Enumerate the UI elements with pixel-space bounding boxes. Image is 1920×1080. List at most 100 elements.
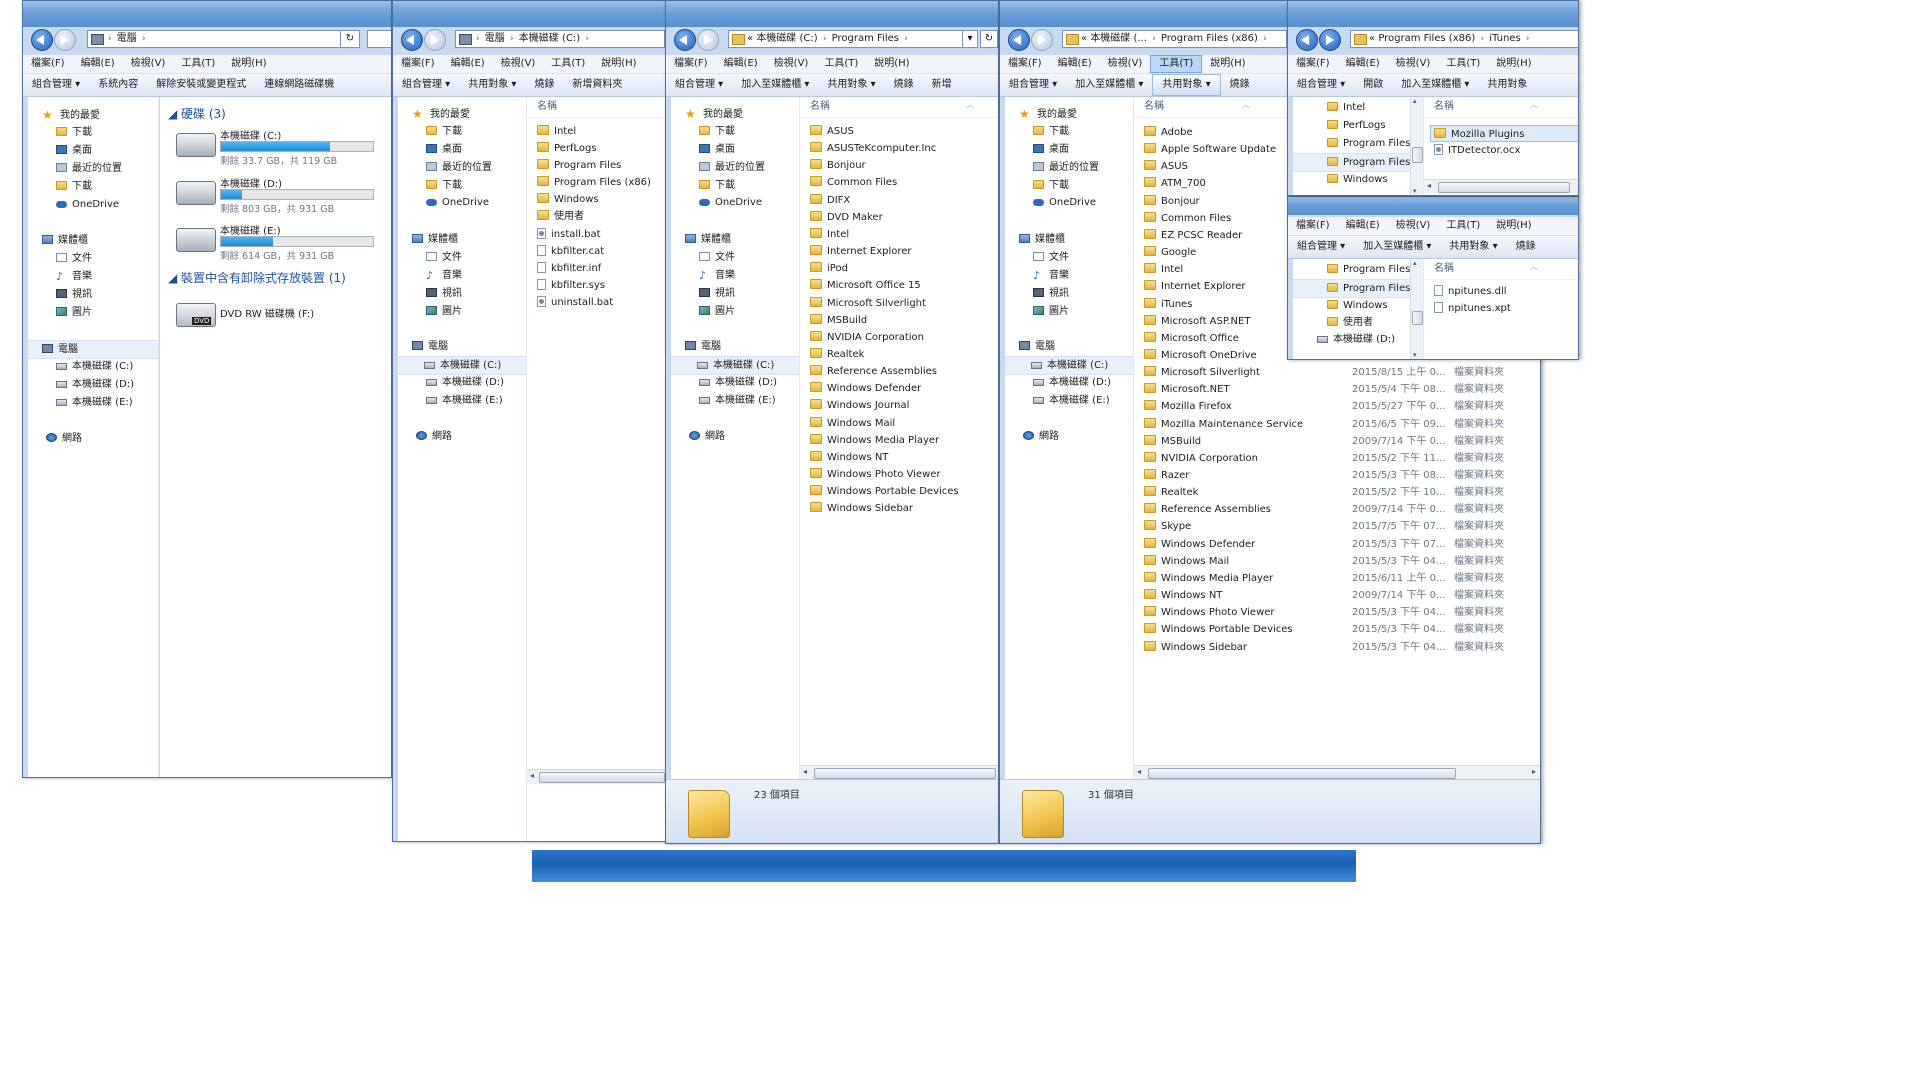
address-segment[interactable]: 電腦 [485, 33, 505, 44]
nav-videos[interactable]: 視訊 [56, 286, 158, 303]
list-item[interactable]: Windows [537, 191, 665, 208]
address-bar[interactable]: › 電腦 › [87, 30, 342, 48]
nav-desktop[interactable]: 桌面 [56, 142, 158, 159]
address-bar[interactable]: « 本機磁碟 (C:) › Program Files › [728, 30, 978, 48]
list-item[interactable]: Windows Portable Devices 2015/5/3 下午 04..… [1144, 621, 1540, 638]
nav-favorites[interactable]: ★ 我的最愛 [1019, 106, 1133, 123]
nav-libraries[interactable]: 媒體櫃 [42, 232, 158, 249]
nav-drive-c[interactable]: 本機磁碟 (C:) [1005, 356, 1133, 375]
burn-button[interactable]: 燒錄 [1507, 236, 1545, 258]
list-item[interactable]: Bonjour [810, 157, 998, 174]
burn-button[interactable]: 燒錄 [525, 74, 563, 96]
section-hard-disks[interactable]: ◢ 硬碟 (3) [168, 105, 226, 122]
menu-help[interactable]: 說明(H) [593, 55, 644, 73]
nav-music[interactable]: ♪ 音樂 [56, 268, 158, 285]
nav-desktop[interactable]: 桌面 [699, 141, 799, 158]
menu-tools[interactable]: 工具(T) [1438, 217, 1488, 235]
search-input[interactable] [367, 30, 391, 48]
organize-button[interactable]: 組合管理 ▾ [1000, 74, 1066, 96]
nav-drive-c[interactable]: 本機磁碟 (C:) [398, 356, 526, 375]
nav-documents[interactable]: 文件 [699, 249, 799, 266]
menu-tools[interactable]: 工具(T) [1438, 55, 1488, 73]
nav-network[interactable]: 網路 [46, 430, 158, 447]
list-item[interactable]: ASUSTeKcomputer.Inc [810, 140, 998, 157]
drive-tile-d[interactable]: 本機磁碟 (D:) 剩餘 803 GB，共 931 GB [176, 175, 386, 219]
tree-item[interactable]: 本機磁碟 (D:) [1317, 331, 1423, 348]
list-item[interactable]: MSBuild 2009/7/14 下午 0... 檔案資料夾 [1144, 433, 1540, 450]
explorer-window-itunes-2[interactable]: 檔案(F) 編輯(E) 檢視(V) 工具(T) 說明(H) 組合管理 ▾ 加入至媒體櫃 ▾… [1287, 196, 1579, 360]
nav-drive-e[interactable]: 本機磁碟 (E:) [426, 392, 526, 409]
list-item[interactable]: Mozilla Maintenance Service 2015/6/5 下午 0… [1144, 416, 1540, 433]
address-segment[interactable]: Program Files (x86) [1161, 33, 1258, 44]
scroll-thumb[interactable] [1148, 768, 1456, 779]
nav-drive-d[interactable]: 本機磁碟 (D:) [426, 374, 526, 391]
list-item[interactable]: Windows Mail 2015/5/3 下午 04... 檔案資料夾 [1144, 553, 1540, 570]
address-segment[interactable]: iTunes [1489, 33, 1520, 44]
new-folder-button[interactable]: 新增資料夾 [563, 74, 631, 96]
scroll-thumb[interactable] [1412, 311, 1423, 325]
nav-desktop[interactable]: 桌面 [1033, 141, 1133, 158]
menu-view[interactable]: 檢視(V) [766, 55, 817, 73]
tree-item[interactable]: Program Files [1293, 153, 1423, 172]
nav-computer[interactable]: 電腦 [412, 338, 526, 355]
include-in-library-button[interactable]: 加入至媒體櫃 ▾ [1066, 74, 1152, 96]
drive-tile-e[interactable]: 本機磁碟 (E:) 剩餘 614 GB，共 931 GB [176, 222, 386, 266]
menu-tools[interactable]: 工具(T) [173, 55, 223, 73]
nav-onedrive[interactable]: OneDrive [426, 194, 526, 211]
list-item[interactable]: Microsoft Silverlight [810, 295, 998, 312]
nav-libraries[interactable]: 媒體櫃 [412, 231, 526, 248]
nav-network[interactable]: 網路 [416, 428, 526, 445]
nav-drive-c[interactable]: 本機磁碟 (C:) [56, 358, 158, 375]
column-header-name[interactable]: 名稱 ︿ [800, 97, 998, 118]
list-item[interactable]: Windows NT 2009/7/14 下午 0... 檔案資料夾 [1144, 587, 1540, 604]
scroll-thumb[interactable] [814, 768, 996, 779]
list-item[interactable]: Realtek [810, 346, 998, 363]
horizontal-scrollbar[interactable]: ◂ ▸ [1134, 765, 1540, 779]
forward-button[interactable] [1319, 29, 1341, 51]
nav-recent[interactable]: 最近的位置 [699, 159, 799, 176]
tree-item[interactable]: Program Files [1327, 135, 1423, 152]
include-in-library-button[interactable]: 加入至媒體櫃 ▾ [1392, 74, 1478, 96]
address-segment[interactable]: 本機磁碟 (C:) [519, 33, 580, 44]
horizontal-scrollbar[interactable]: ◂ [1424, 179, 1578, 194]
title-bar[interactable] [666, 1, 998, 27]
menu-file[interactable]: 檔案(F) [666, 55, 716, 73]
list-item[interactable]: DVD Maker [810, 209, 998, 226]
list-item[interactable]: NVIDIA Corporation 2015/5/2 下午 11... 檔案資料夾 [1144, 450, 1540, 467]
nav-computer[interactable]: 電腦 [1019, 338, 1133, 355]
share-with-button[interactable]: 共用對象 ▾ [818, 74, 884, 96]
back-button[interactable] [674, 29, 696, 51]
title-bar[interactable] [1288, 197, 1578, 215]
vertical-scrollbar[interactable]: ▴ ▾ [1410, 259, 1423, 359]
menu-tools[interactable]: 工具(T) [816, 55, 866, 73]
list-item[interactable]: Windows Media Player [810, 432, 998, 449]
list-item[interactable]: Windows Photo Viewer [810, 466, 998, 483]
menu-help[interactable]: 說明(H) [1488, 217, 1539, 235]
menu-file[interactable]: 檔案(F) [23, 55, 73, 73]
list-item[interactable]: Mozilla Firefox 2015/5/27 下午 0... 檔案資料夾 [1144, 398, 1540, 415]
list-item[interactable]: Mozilla Plugins [1430, 125, 1578, 142]
nav-music[interactable]: ♪ 音樂 [426, 267, 526, 284]
list-item[interactable]: Windows Mail [810, 415, 998, 432]
nav-drive-d[interactable]: 本機磁碟 (D:) [1033, 374, 1133, 391]
list-item[interactable]: Skype 2015/7/5 下午 07... 檔案資料夾 [1144, 518, 1540, 535]
address-overflow[interactable]: « [1369, 33, 1375, 44]
horizontal-scrollbar[interactable]: ◂ [527, 769, 665, 784]
list-item[interactable]: Microsoft Office 15 [810, 277, 998, 294]
list-item[interactable]: Windows Sidebar 2015/5/3 下午 04... 檔案資料夾 [1144, 639, 1540, 656]
nav-downloads[interactable]: 下載 [1033, 123, 1133, 140]
refresh-button[interactable]: ↻ [340, 30, 360, 48]
explorer-window-itunes[interactable]: « Program Files (x86) › iTunes › 檔案(F) 編輯… [1287, 0, 1579, 196]
menu-view[interactable]: 檢視(V) [1100, 55, 1151, 73]
burn-button[interactable]: 燒錄 [1221, 74, 1259, 96]
forward-button[interactable] [54, 29, 76, 51]
list-item[interactable]: install.bat [537, 226, 665, 243]
menu-help[interactable]: 說明(H) [223, 55, 274, 73]
map-network-drive-button[interactable]: 連線網路磁碟機 [255, 74, 343, 96]
nav-documents[interactable]: 文件 [426, 249, 526, 266]
back-button[interactable] [1008, 29, 1030, 51]
menu-edit[interactable]: 編輯(E) [716, 55, 766, 73]
address-segment[interactable]: 本機磁碟 (C:) [756, 33, 817, 44]
back-button[interactable] [1296, 29, 1318, 51]
uninstall-program-button[interactable]: 解除安裝或變更程式 [147, 74, 255, 96]
